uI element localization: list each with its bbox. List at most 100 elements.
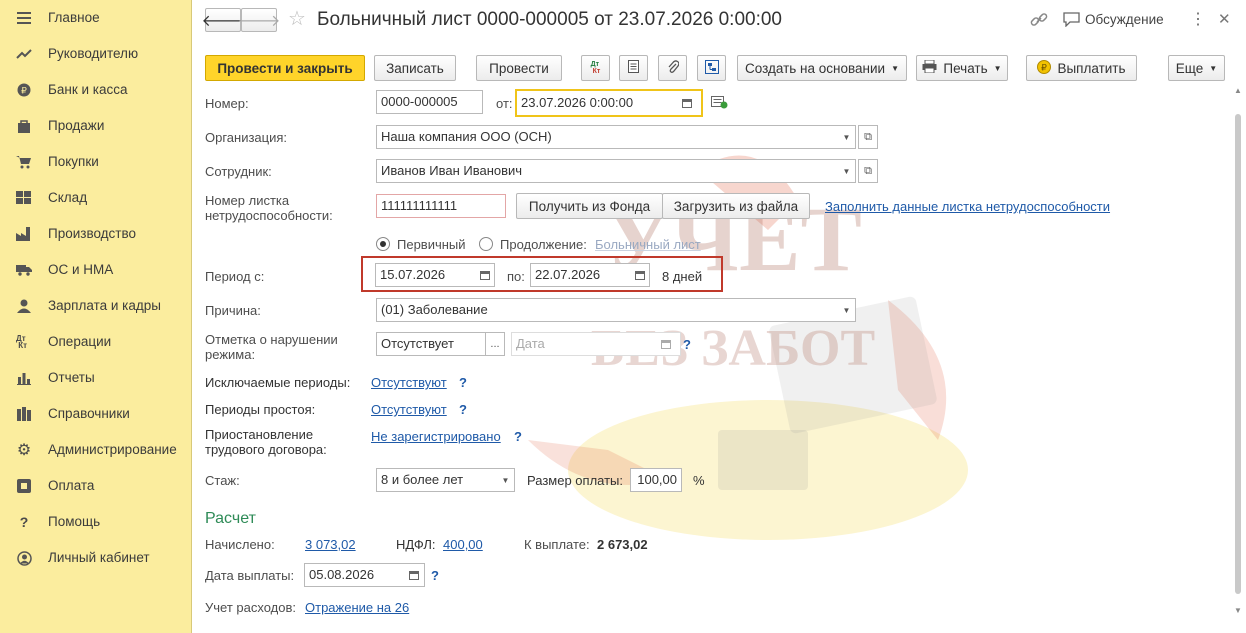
pay-date-help-icon[interactable]: ?	[431, 568, 439, 583]
scroll-down-icon[interactable]: ▼	[1234, 606, 1242, 615]
reason-input[interactable]: (01) Заболевание	[376, 298, 839, 322]
date-input[interactable]: 23.07.2026 0:00:00	[515, 89, 703, 117]
to-pay-label: К выплате:	[524, 537, 590, 552]
sheet-number-label: Номер листка нетрудоспособности:	[205, 193, 333, 223]
post-and-close-button[interactable]: Провести и закрыть	[205, 55, 365, 81]
pay-button[interactable]: ₽ Выплатить	[1026, 55, 1137, 81]
suspension-link[interactable]: Не зарегистрировано	[371, 429, 501, 444]
expense-link[interactable]: Отражение на 26	[305, 600, 409, 615]
sidebar-item-bank[interactable]: ₽ Банк и касса	[0, 72, 191, 108]
sidebar-item-label: Банк и касса	[48, 82, 128, 97]
suspension-help-icon[interactable]: ?	[514, 429, 522, 444]
sheet-number-label-line2: нетрудоспособности:	[205, 208, 333, 223]
sidebar-item-operations[interactable]: Дт Кт Операции	[0, 324, 191, 360]
save-button[interactable]: Записать	[374, 55, 456, 81]
excluded-periods-link[interactable]: Отсутствуют	[371, 375, 447, 390]
person-icon	[16, 299, 32, 313]
to-pay-value: 2 673,02	[597, 537, 648, 552]
coin-icon: ₽	[1037, 59, 1052, 77]
calendar-icon[interactable]	[656, 333, 676, 355]
bar-chart-icon	[16, 371, 32, 385]
sidebar-item-warehouse[interactable]: Склад	[0, 180, 191, 216]
sidebar-item-assets[interactable]: ОС и НМА	[0, 252, 191, 288]
sidebar-item-label: Администрирование	[48, 442, 177, 457]
sidebar-item-sales[interactable]: Продажи	[0, 108, 191, 144]
forward-button[interactable]: 🡒	[238, 8, 280, 32]
idle-periods-help-icon[interactable]: ?	[459, 402, 467, 417]
accrued-label: Начислено:	[205, 537, 275, 552]
organization-input[interactable]: Наша компания ООО (ОСН)	[376, 125, 839, 149]
close-icon[interactable]: ✕	[1218, 10, 1231, 28]
scrollbar-thumb[interactable]	[1235, 114, 1241, 594]
idle-periods-link[interactable]: Отсутствуют	[371, 402, 447, 417]
reason-label: Причина:	[205, 303, 261, 318]
more-button[interactable]: Еще ▼	[1168, 55, 1225, 81]
organization-open-button[interactable]: ⧉	[858, 125, 878, 149]
payment-icon	[16, 479, 32, 493]
pay-rate-input[interactable]: 100,00	[630, 468, 682, 492]
more-icon[interactable]: ⋮	[1190, 9, 1206, 29]
accrued-link[interactable]: 3 073,02	[305, 537, 356, 552]
continuation-radio[interactable]	[479, 237, 493, 251]
get-from-fund-button[interactable]: Получить из Фонда	[516, 193, 663, 219]
sidebar-item-admin[interactable]: ⚙ Администрирование	[0, 432, 191, 468]
calendar-icon[interactable]	[630, 264, 650, 286]
scroll-up-icon[interactable]: ▲	[1234, 86, 1242, 95]
document-button[interactable]	[619, 55, 648, 81]
primary-radio-label: Первичный	[397, 237, 466, 252]
dt-kt-button[interactable]: Дт Кт	[581, 55, 610, 81]
svg-text:₽: ₽	[1042, 62, 1048, 72]
violation-help-icon[interactable]: ?	[683, 337, 691, 352]
sheet-number-input[interactable]: 111111111111	[376, 194, 506, 218]
fill-sheet-data-link[interactable]: Заполнить данные листка нетрудоспособнос…	[825, 199, 1110, 214]
printer-icon	[922, 59, 937, 76]
sidebar-item-payment[interactable]: Оплата	[0, 468, 191, 504]
employee-open-button[interactable]: ⧉	[858, 159, 878, 183]
chevron-down-icon: ▼	[993, 63, 1002, 73]
sidebar-item-salary[interactable]: Зарплата и кадры	[0, 288, 191, 324]
sidebar: Главное Руководителю ₽ Банк и касса Прод…	[0, 0, 192, 633]
post-button[interactable]: Провести	[476, 55, 562, 81]
sidebar-item-manager[interactable]: Руководителю	[0, 36, 191, 72]
open-window-icon: ⧉	[864, 130, 872, 143]
employee-input[interactable]: Иванов Иван Иванович	[376, 159, 839, 183]
sidebar-item-help[interactable]: ? Помощь	[0, 504, 191, 540]
sidebar-item-label: Оплата	[48, 478, 95, 493]
star-icon[interactable]: ☆	[288, 6, 306, 31]
vertical-scrollbar[interactable]: ▲ ▼	[1232, 86, 1244, 623]
sidebar-item-purchases[interactable]: Покупки	[0, 144, 191, 180]
history-icon[interactable]	[711, 96, 729, 110]
load-from-file-button[interactable]: Загрузить из файла	[662, 193, 810, 219]
calendar-icon[interactable]	[404, 564, 424, 586]
expense-label: Учет расходов:	[205, 600, 296, 615]
employee-dropdown[interactable]: ▼	[838, 159, 856, 183]
sidebar-item-main[interactable]: Главное	[0, 0, 191, 36]
violation-select-button[interactable]: ...	[485, 332, 505, 356]
structure-button[interactable]	[697, 55, 726, 81]
primary-radio[interactable]	[376, 237, 390, 251]
chevron-down-icon: ▼	[842, 166, 851, 176]
reason-dropdown[interactable]: ▼	[838, 298, 856, 322]
sidebar-item-production[interactable]: Производство	[0, 216, 191, 252]
suspension-label-line2: трудового договора:	[205, 442, 327, 457]
seniority-input[interactable]: 8 и более лет	[376, 468, 498, 492]
print-button[interactable]: Печать ▼	[916, 55, 1008, 81]
calendar-icon[interactable]	[475, 264, 495, 286]
sidebar-item-account[interactable]: Личный кабинет	[0, 540, 191, 576]
sick-leave-ref-link[interactable]: Больничный лист	[595, 237, 701, 252]
sidebar-item-reports[interactable]: Отчеты	[0, 360, 191, 396]
excluded-periods-help-icon[interactable]: ?	[459, 375, 467, 390]
dt-kt-icon: Дт Кт	[16, 334, 28, 350]
ndfl-link[interactable]: 400,00	[443, 537, 483, 552]
number-input[interactable]: 0000-000005	[376, 90, 483, 114]
violation-input[interactable]: Отсутствует	[376, 332, 486, 356]
seniority-dropdown[interactable]: ▼	[497, 468, 515, 492]
calendar-icon[interactable]	[677, 92, 697, 114]
create-based-on-button[interactable]: Создать на основании ▼	[737, 55, 907, 81]
discussion-button[interactable]: Обсуждение	[1063, 11, 1165, 31]
back-button[interactable]: 🡐	[202, 8, 244, 32]
sidebar-item-references[interactable]: Справочники	[0, 396, 191, 432]
attach-button[interactable]	[658, 55, 687, 81]
link-icon[interactable]	[1030, 11, 1048, 29]
organization-dropdown[interactable]: ▼	[838, 125, 856, 149]
